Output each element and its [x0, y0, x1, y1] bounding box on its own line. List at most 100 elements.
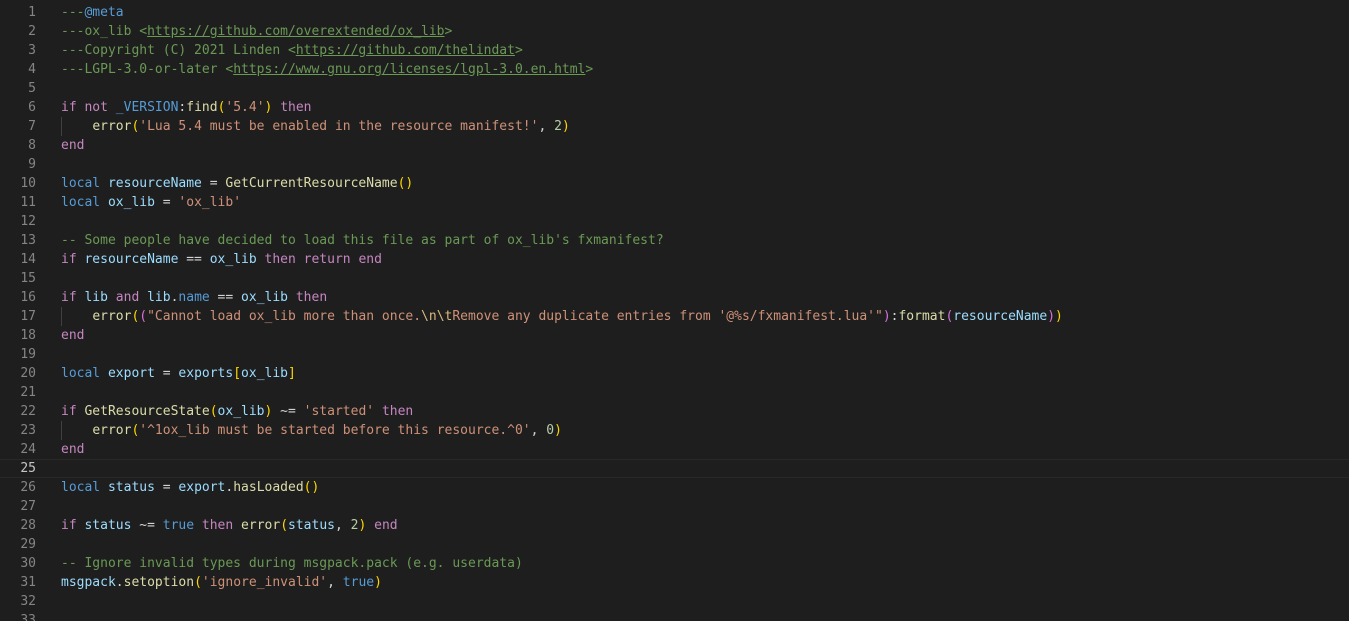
code-token: ): [374, 575, 382, 590]
code-line[interactable]: 22 if GetResourceState(ox_lib) ~= 'starte…: [0, 402, 1349, 421]
code-text: if GetResourceState(ox_lib) ~= 'started'…: [61, 402, 413, 421]
line-number: 14: [20, 252, 36, 267]
code-token: then: [381, 404, 414, 419]
code-line[interactable]: 32: [0, 592, 1349, 611]
code-token: \n\t: [421, 309, 453, 324]
code-token: end: [61, 138, 85, 153]
code-text: msgpack.setoption('ignore_invalid', true…: [61, 573, 382, 592]
code-token: ---LGPL-3.0-or-later <: [61, 62, 234, 77]
code-line[interactable]: 12: [0, 212, 1349, 231]
code-text: local ox_lib = 'ox_lib': [61, 193, 241, 212]
code-token: end: [61, 442, 85, 457]
code-line[interactable]: 31 msgpack.setoption('ignore_invalid', tr…: [0, 573, 1349, 592]
code-token: =: [154, 366, 179, 381]
code-token: export: [107, 366, 155, 381]
code-token: status: [84, 518, 132, 533]
code-text: local export = exports[ox_lib]: [61, 364, 296, 383]
code-token: ]: [288, 366, 296, 381]
code-token: https://www.gnu.org/licenses/lgpl-3.0.en…: [233, 62, 586, 77]
code-token: ==: [209, 290, 242, 305]
code-line[interactable]: 27: [0, 497, 1349, 516]
code-token: exports: [178, 366, 234, 381]
code-token: not: [84, 100, 108, 115]
code-token: setoption: [123, 575, 195, 590]
code-token: "Cannot load ox_lib more than once.: [147, 309, 422, 324]
code-line[interactable]: 24 end: [0, 440, 1349, 459]
code-line-current[interactable]: 25: [0, 459, 1349, 478]
code-token: return: [303, 252, 351, 267]
line-number: 27: [20, 499, 36, 514]
code-line[interactable]: 15: [0, 269, 1349, 288]
code-line[interactable]: 1 ---@meta: [0, 3, 1349, 22]
code-line[interactable]: 2 ---ox_lib <https://github.com/overexten…: [0, 22, 1349, 41]
code-line[interactable]: 33: [0, 611, 1349, 621]
code-text: end: [61, 440, 84, 459]
code-token: (: [139, 309, 148, 324]
code-token: @meta: [84, 5, 124, 20]
code-line[interactable]: 16 if lib and lib.name == ox_lib then: [0, 288, 1349, 307]
line-number: 18: [20, 328, 36, 343]
code-line[interactable]: 19: [0, 345, 1349, 364]
code-token: ): [554, 423, 562, 438]
code-line[interactable]: 3 ---Copyright (C) 2021 Linden <https://g…: [0, 41, 1349, 60]
code-line[interactable]: 30 -- Ignore invalid types during msgpack…: [0, 554, 1349, 573]
code-line[interactable]: 10 local resourceName = GetCurrentResourc…: [0, 174, 1349, 193]
code-token: lib: [84, 290, 108, 305]
code-line[interactable]: 5: [0, 79, 1349, 98]
code-line[interactable]: 9: [0, 155, 1349, 174]
code-token: 'Lua 5.4 must be enabled in the resource…: [139, 119, 539, 134]
code-text: -- Some people have decided to load this…: [61, 231, 664, 250]
code-token: ,: [538, 119, 555, 134]
code-line[interactable]: 6 if not _VERSION:find('5.4') then: [0, 98, 1349, 117]
code-token: error: [241, 518, 281, 533]
code-token: -- Ignore invalid types during msgpack.p…: [61, 556, 523, 571]
line-number: 29: [20, 537, 36, 552]
code-line[interactable]: 21: [0, 383, 1349, 402]
line-number: 7: [28, 119, 36, 134]
code-line[interactable]: 23 error('^1ox_lib must be started befor…: [0, 421, 1349, 440]
code-text: end: [61, 136, 84, 155]
line-number: 8: [28, 138, 36, 153]
line-number: 9: [28, 157, 36, 172]
code-line[interactable]: 28 if status ~= true then error(status, 2…: [0, 516, 1349, 535]
code-line[interactable]: 18 end: [0, 326, 1349, 345]
code-token: local: [61, 176, 101, 191]
code-line[interactable]: 17 error(("Cannot load ox_lib more than …: [0, 307, 1349, 326]
code-token: https://github.com/overextended/ox_lib: [147, 24, 445, 39]
code-token: (: [280, 518, 289, 533]
code-text: if lib and lib.name == ox_lib then: [61, 288, 327, 307]
line-number: 16: [20, 290, 36, 305]
line-number: 32: [20, 594, 36, 609]
code-line[interactable]: 8 end: [0, 136, 1349, 155]
code-editor[interactable]: 1 ---@meta 2 ---ox_lib <https://github.com/…: [0, 0, 1349, 621]
code-token: local: [61, 195, 101, 210]
code-token: ==: [178, 252, 210, 267]
line-number: 12: [20, 214, 36, 229]
line-number: 10: [20, 176, 36, 191]
code-line[interactable]: 11 local ox_lib = 'ox_lib': [0, 193, 1349, 212]
code-line[interactable]: 14 if resourceName == ox_lib then return …: [0, 250, 1349, 269]
code-token: ---ox_lib <: [61, 24, 148, 39]
line-number: 15: [20, 271, 36, 286]
code-line[interactable]: 4 ---LGPL-3.0-or-later <https://www.gnu.o…: [0, 60, 1349, 79]
code-line[interactable]: 7 error('Lua 5.4 must be enabled in the …: [0, 117, 1349, 136]
code-token: ,: [530, 423, 547, 438]
code-token: =: [154, 195, 179, 210]
code-token: ---: [61, 5, 85, 20]
code-line[interactable]: 20 local export = exports[ox_lib]: [0, 364, 1349, 383]
code-line[interactable]: 13 -- Some people have decided to load th…: [0, 231, 1349, 250]
code-line[interactable]: 26 local status = export.hasLoaded(): [0, 478, 1349, 497]
code-token: msgpack: [61, 575, 116, 590]
code-token: ): [1047, 309, 1056, 324]
code-line[interactable]: 29: [0, 535, 1349, 554]
